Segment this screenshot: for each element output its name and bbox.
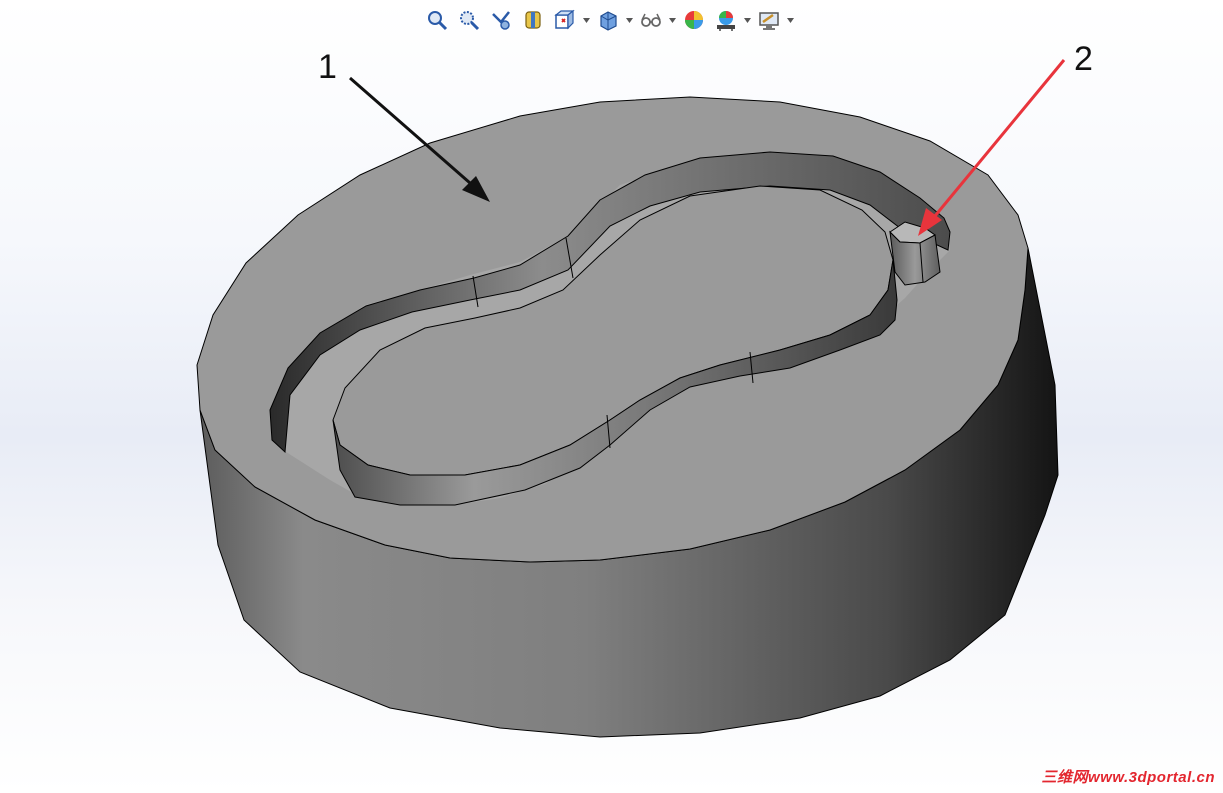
view-settings-dropdown[interactable] [786, 5, 795, 35]
display-style-dropdown[interactable] [625, 5, 634, 35]
apply-scene-button[interactable] [711, 5, 741, 35]
chevron-down-icon [744, 17, 751, 23]
previous-view-button[interactable] [486, 5, 516, 35]
apply-scene-icon [717, 11, 735, 31]
zoom-to-area-button[interactable] [454, 5, 484, 35]
view-orientation-dropdown[interactable] [582, 5, 591, 35]
hide-show-items-icon [641, 13, 661, 27]
zoom-to-area-icon [460, 11, 480, 31]
chevron-down-icon [669, 17, 676, 23]
view-settings-button[interactable] [754, 5, 784, 35]
section-view-icon [525, 11, 541, 29]
heads-up-view-toolbar [422, 4, 795, 36]
display-style-button[interactable] [593, 5, 623, 35]
section-view-button[interactable] [518, 5, 548, 35]
edit-appearance-button[interactable] [679, 5, 709, 35]
previous-view-icon [492, 11, 510, 30]
edit-appearance-icon [685, 11, 703, 29]
hide-show-items-dropdown[interactable] [668, 5, 677, 35]
callout-label-2: 2 [1074, 40, 1093, 78]
view-orientation-button[interactable] [550, 5, 580, 35]
chevron-down-icon [787, 17, 794, 23]
model-3d-view[interactable] [0, 0, 1223, 793]
graphics-viewport[interactable]: 1 2 三维网www.3dportal.cn [0, 0, 1223, 793]
display-style-icon [600, 11, 617, 31]
callout-label-1: 1 [318, 48, 337, 86]
zoom-to-fit-icon [428, 11, 448, 31]
watermark-text: 三维网www.3dportal.cn [1041, 769, 1215, 786]
apply-scene-dropdown[interactable] [743, 5, 752, 35]
zoom-to-fit-button[interactable] [422, 5, 452, 35]
view-orientation-icon [554, 9, 575, 30]
chevron-down-icon [583, 17, 590, 23]
chevron-down-icon [626, 17, 633, 23]
view-settings-icon [759, 12, 779, 30]
hide-show-items-button[interactable] [636, 5, 666, 35]
